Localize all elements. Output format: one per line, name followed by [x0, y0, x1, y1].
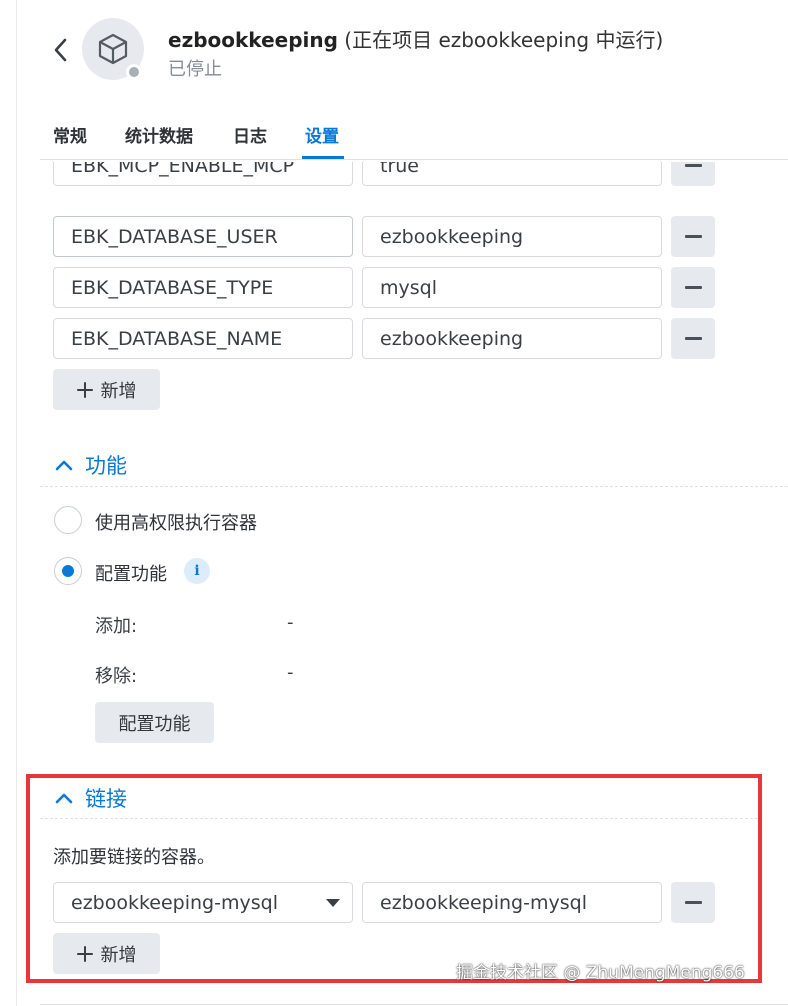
env-key-input[interactable]: EBK_DATABASE_TYPE: [53, 267, 353, 308]
container-name: ezbookkeeping: [168, 28, 338, 52]
status-text: 已停止: [168, 59, 222, 80]
caret-down-icon: [326, 899, 340, 907]
link-container-value: ezbookkeeping-mysql: [71, 891, 278, 914]
capabilities-title: 功能: [85, 454, 127, 478]
privileged-label: 使用高权限执行容器: [95, 513, 257, 534]
tab-logs[interactable]: 日志: [233, 122, 267, 147]
chevron-up-icon: [55, 460, 73, 471]
env-key-input[interactable]: EBK_DATABASE_NAME: [53, 318, 353, 359]
capabilities-section-header[interactable]: 功能: [55, 450, 127, 480]
bottom-divider: [40, 1004, 788, 1005]
chevron-up-icon: [55, 793, 73, 804]
tab-settings[interactable]: 设置: [305, 122, 339, 147]
add-link-label: 新增: [100, 944, 137, 966]
links-title: 链接: [85, 787, 127, 811]
add-link-button[interactable]: 新增: [53, 933, 160, 974]
section-divider: [40, 818, 758, 819]
minus-icon: [684, 235, 702, 238]
plus-icon: [76, 381, 93, 398]
chevron-left-icon: [54, 38, 67, 62]
link-container-select[interactable]: ezbookkeeping-mysql: [53, 882, 353, 923]
cap-add-value: -: [287, 612, 294, 633]
info-icon[interactable]: i: [184, 558, 210, 584]
privileged-radio[interactable]: [54, 506, 82, 534]
env-value-input[interactable]: mysql: [362, 267, 662, 308]
left-border: [16, 0, 17, 1006]
minus-icon: [684, 164, 702, 167]
links-section-header[interactable]: 链接: [55, 783, 127, 813]
minus-icon: [684, 337, 702, 340]
tab-bar: 常规 统计数据 日志 设置: [40, 108, 788, 160]
remove-env-button[interactable]: [671, 318, 715, 359]
add-env-label: 新增: [100, 380, 137, 402]
env-value-input[interactable]: ezbookkeeping: [362, 318, 662, 359]
env-value-input[interactable]: true: [362, 162, 662, 186]
cube-icon: [98, 33, 128, 65]
cap-remove-label: 移除:: [95, 666, 138, 687]
section-divider: [40, 486, 788, 487]
cap-add-label: 添加:: [95, 616, 138, 637]
link-alias-input[interactable]: ezbookkeeping-mysql: [362, 882, 662, 923]
tab-statistics[interactable]: 统计数据: [125, 122, 193, 147]
project-info: (正在项目 ezbookkeeping 中运行): [337, 28, 664, 52]
plus-icon: [76, 945, 93, 962]
env-key-input[interactable]: EBK_MCP_ENABLE_MCP: [53, 162, 353, 186]
env-key-input[interactable]: EBK_DATABASE_USER: [53, 216, 353, 257]
configure-capabilities-label: 配置功能: [95, 564, 167, 585]
env-var-list[interactable]: EBK_MCP_ENABLE_MCP true EBK_DATABASE_USE…: [40, 162, 788, 362]
env-value-input[interactable]: ezbookkeeping: [362, 216, 662, 257]
remove-link-button[interactable]: [671, 882, 715, 923]
back-button[interactable]: [50, 36, 70, 64]
remove-env-button[interactable]: [671, 162, 715, 186]
links-description: 添加要链接的容器。: [53, 847, 215, 868]
configure-capabilities-radio[interactable]: [54, 557, 82, 585]
watermark: 掘金技术社区 @ ZhuMengMeng666: [456, 963, 745, 983]
minus-icon: [684, 286, 702, 289]
remove-env-button[interactable]: [671, 267, 715, 308]
add-env-button[interactable]: 新增: [53, 369, 160, 410]
page-title: ezbookkeeping (正在项目 ezbookkeeping 中运行): [168, 24, 663, 53]
tab-general[interactable]: 常规: [53, 122, 87, 147]
remove-env-button[interactable]: [671, 216, 715, 257]
cap-remove-value: -: [287, 662, 294, 683]
minus-icon: [684, 901, 702, 904]
status-dot: [126, 64, 142, 80]
configure-capabilities-button[interactable]: 配置功能: [95, 702, 214, 743]
active-tab-indicator: [302, 156, 344, 159]
